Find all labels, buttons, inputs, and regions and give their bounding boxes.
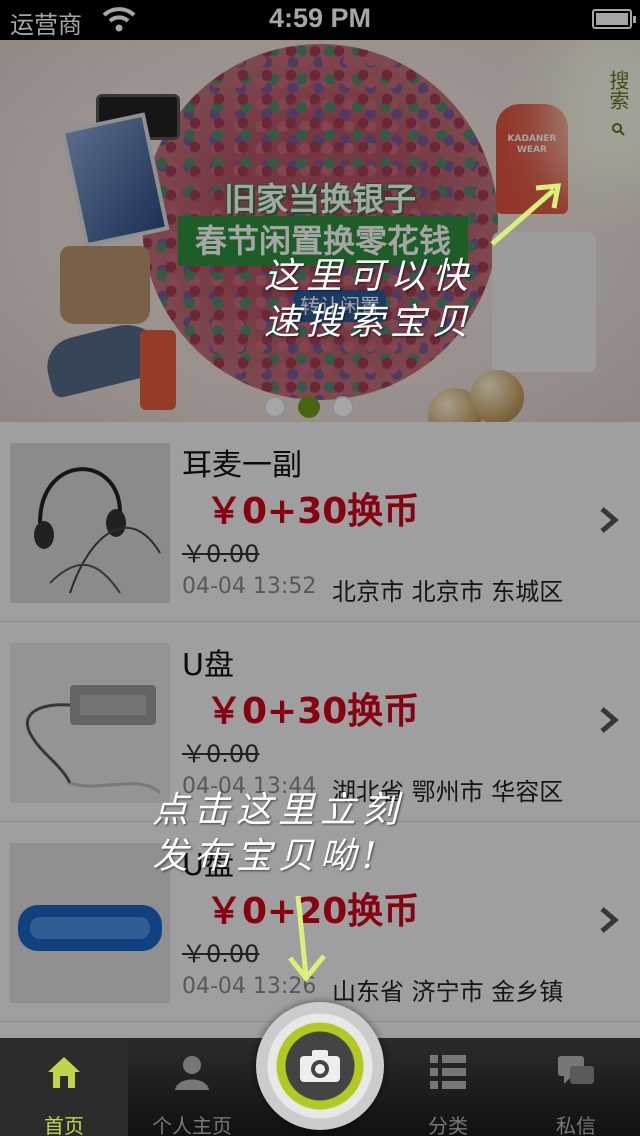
search-hint: 这里可以快 速搜索宝贝 (264, 254, 544, 346)
search-label: 搜索 (606, 70, 630, 110)
tab-messages[interactable]: 私信 (512, 1038, 640, 1136)
item-original-price: ￥0.00 (182, 940, 260, 968)
search-hint-line: 速搜索宝贝 (264, 302, 475, 343)
tab-category[interactable]: 分类 (384, 1038, 512, 1136)
headphones-image (10, 443, 170, 603)
chevron-right-icon (600, 507, 619, 533)
usb-drive-image (10, 843, 170, 1003)
item-title: U盘 (182, 648, 234, 683)
tab-home[interactable]: 首页 (0, 1038, 128, 1136)
usb-drive-image (10, 643, 170, 803)
search-hint-line: 这里可以快 (264, 256, 475, 297)
publish-camera-button[interactable] (256, 1002, 384, 1130)
list-item[interactable]: 耳麦一副 ￥0+30换币 ￥0.00 04-04 13:52 北京市 北京市 东… (0, 422, 640, 622)
carousel-dot[interactable] (332, 396, 354, 418)
camera-icon (300, 1050, 340, 1082)
publish-hint: 点击这里立刻 发布宝贝呦! (152, 788, 452, 880)
list-icon (430, 1055, 466, 1089)
publish-hint-line: 点击这里立刻 (152, 790, 405, 831)
home-icon (48, 1057, 80, 1088)
publish-hint-line: 发布宝贝呦! (152, 836, 383, 877)
item-title: 耳麦一副 (182, 448, 302, 483)
search-button[interactable]: 搜索 (595, 58, 640, 146)
carousel-dot-active[interactable] (298, 396, 320, 418)
item-original-price: ￥0.00 (182, 740, 260, 768)
tab-profile[interactable]: 个人主页 (128, 1038, 256, 1136)
item-time: 04-04 13:52 (182, 574, 317, 599)
person-icon (175, 1056, 209, 1090)
status-time: 4:59 PM (268, 3, 372, 33)
carousel-dots[interactable] (264, 396, 354, 418)
item-price: ￥0+30换币 (206, 491, 420, 532)
hint-arrow-icon (490, 183, 562, 246)
hint-arrow-icon (288, 895, 326, 982)
hoodie-text: KADANER WEAR (507, 134, 557, 155)
battery-icon (592, 9, 636, 29)
search-icon (612, 123, 625, 136)
item-thumbnail (10, 643, 170, 803)
handbag-image (60, 246, 150, 324)
tab-label: 个人主页 (152, 1114, 232, 1136)
chevron-right-icon (600, 707, 619, 733)
tab-label: 分类 (428, 1114, 468, 1136)
item-price: ￥0+30换币 (206, 691, 420, 732)
item-original-price: ￥0.00 (182, 540, 260, 568)
chat-icon (558, 1056, 594, 1084)
item-location: 北京市 北京市 东城区 (332, 578, 564, 606)
status-bar: 运营商 4:59 PM (0, 0, 640, 40)
carousel-dot[interactable] (264, 396, 286, 418)
pants-image (140, 330, 176, 410)
item-thumbnail (10, 443, 170, 603)
tab-label: 私信 (556, 1114, 596, 1136)
item-thumbnail (10, 843, 170, 1003)
pearl-image (470, 370, 524, 422)
tab-label: 首页 (44, 1114, 84, 1136)
chevron-right-icon (600, 907, 619, 933)
item-location: 山东省 济宁市 金乡镇 (332, 978, 564, 1006)
